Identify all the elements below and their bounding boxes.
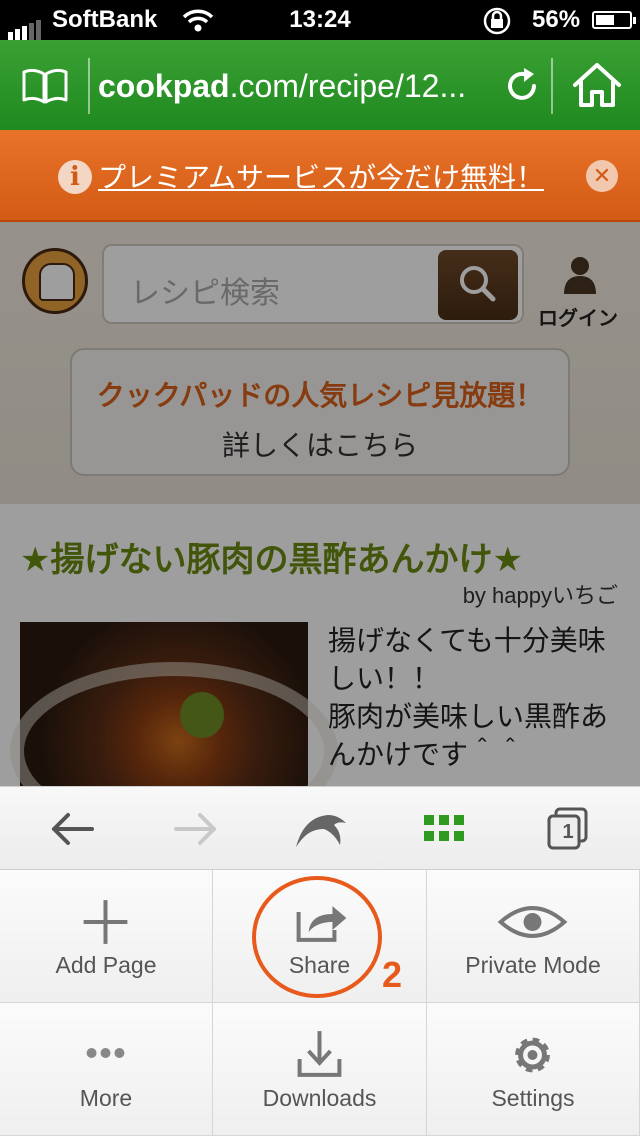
promo-link[interactable]: プレミアムサービスが今だけ無料！ bbox=[98, 156, 544, 196]
dim-overlay[interactable] bbox=[0, 222, 640, 786]
reload-icon[interactable] bbox=[500, 64, 544, 108]
home-icon[interactable] bbox=[570, 60, 624, 110]
menu-item-label: Add Page bbox=[55, 952, 157, 978]
gear-icon bbox=[515, 1037, 550, 1073]
info-icon: i bbox=[58, 160, 92, 194]
menu-item-downloads[interactable]: Downloads bbox=[213, 1003, 427, 1136]
close-icon[interactable]: ✕ bbox=[586, 160, 618, 192]
promo-banner: i プレミアムサービスが今だけ無料！ ✕ bbox=[0, 130, 640, 222]
menu-item-label: Downloads bbox=[262, 1085, 377, 1111]
address-bar: cookpad.com/recipe/12... bbox=[0, 40, 640, 130]
more-dots-icon bbox=[86, 1048, 125, 1058]
tabs-button[interactable]: 1 bbox=[544, 807, 592, 851]
annotation-step-number: 2 bbox=[382, 954, 403, 995]
dolphin-icon[interactable] bbox=[294, 807, 350, 851]
eye-icon bbox=[497, 906, 568, 938]
menu-item-label: Private Mode bbox=[465, 952, 601, 978]
bookmarks-icon[interactable] bbox=[20, 66, 70, 106]
menu-item-label: Settings bbox=[491, 1085, 575, 1111]
forward-arrow-icon[interactable] bbox=[172, 807, 220, 851]
battery-percentage: 56% bbox=[532, 6, 581, 33]
plus-icon bbox=[83, 900, 128, 944]
rotation-lock-icon bbox=[483, 7, 511, 35]
download-icon bbox=[297, 1031, 342, 1077]
battery-icon bbox=[592, 11, 636, 29]
menu-item-more[interactable]: More bbox=[0, 1003, 213, 1136]
back-arrow-icon[interactable] bbox=[48, 807, 96, 851]
annotation-circle bbox=[252, 876, 382, 998]
status-bar: SoftBank 13:24 56% bbox=[0, 0, 640, 40]
menu-item-private-mode[interactable]: Private Mode bbox=[427, 870, 640, 1003]
menu-item-add-page[interactable]: Add Page bbox=[0, 870, 213, 1003]
url-field[interactable]: cookpad.com/recipe/12... bbox=[88, 58, 548, 114]
menu-item-label: More bbox=[79, 1085, 133, 1111]
menu-item-settings[interactable]: Settings bbox=[427, 1003, 640, 1136]
tabs-count: 1 bbox=[562, 821, 574, 843]
url-path: .com/recipe/12... bbox=[229, 68, 467, 104]
menu-grid-icon[interactable] bbox=[420, 807, 468, 851]
toolbar-divider bbox=[551, 58, 553, 114]
url-domain: cookpad bbox=[98, 68, 230, 104]
browser-toolbar: 1 bbox=[0, 786, 640, 870]
